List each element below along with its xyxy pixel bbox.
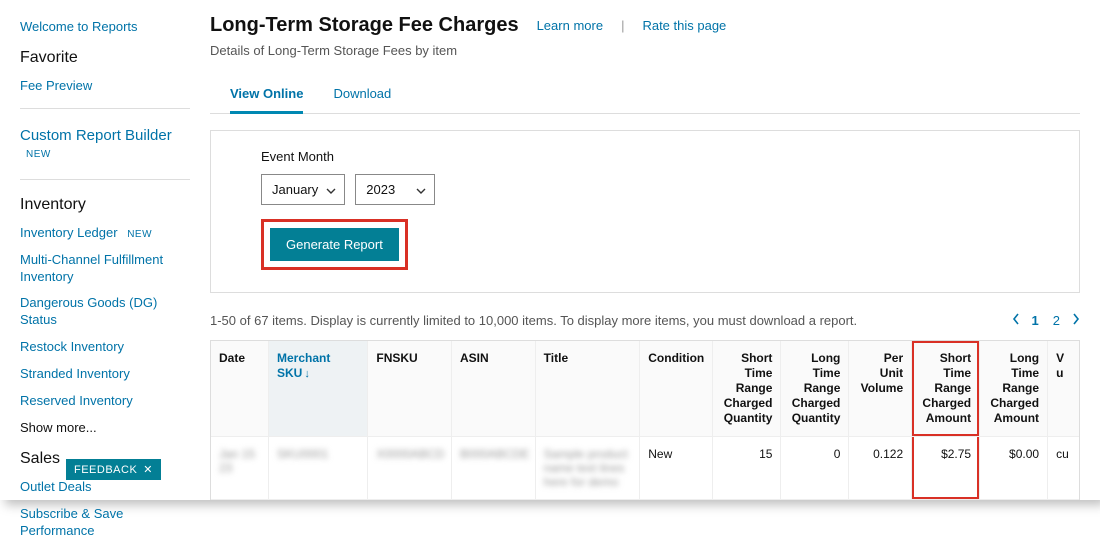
chevron-down-icon [416, 182, 426, 197]
tab-bar: View Online Download [210, 78, 1080, 114]
col-condition[interactable]: Condition [640, 341, 713, 437]
col-asin[interactable]: ASIN [452, 341, 536, 437]
separator: | [621, 18, 624, 33]
sidebar: Welcome to Reports Favorite Fee Preview … [0, 14, 200, 500]
main-content: Long-Term Storage Fee Charges Learn more… [200, 14, 1100, 500]
cell-long-qty: 0 [781, 437, 849, 500]
sidebar-heading-favorite: Favorite [20, 41, 190, 73]
divider [20, 108, 190, 109]
col-merchant-sku[interactable]: Merchant SKU↓ [269, 341, 368, 437]
sidebar-restock[interactable]: Restock Inventory [20, 334, 190, 361]
crb-label: Custom Report Builder [20, 127, 172, 144]
filter-label-event-month: Event Month [261, 149, 1029, 164]
results-table: Date Merchant SKU↓ FNSKU ASIN Title Cond… [211, 341, 1079, 500]
new-badge: NEW [26, 149, 51, 160]
page-subtitle: Details of Long-Term Storage Fees by ite… [210, 43, 1080, 58]
filter-panel: Event Month January 2023 Generate Report [210, 130, 1080, 293]
cell-condition: New [640, 437, 713, 500]
month-select[interactable]: January [261, 174, 345, 205]
pagination: 1 2 [1012, 311, 1080, 330]
close-icon[interactable]: ✕ [143, 463, 153, 476]
col-long-qty[interactable]: Long Time Range Charged Quantity [781, 341, 849, 437]
cell-date: Jan 15 23 [211, 437, 269, 500]
tab-download[interactable]: Download [333, 78, 391, 113]
feedback-tab[interactable]: FEEDBACK ✕ [66, 459, 161, 480]
year-select[interactable]: 2023 [355, 174, 435, 205]
page-2[interactable]: 2 [1051, 311, 1062, 330]
sidebar-mci[interactable]: Multi-Channel Fulfillment Inventory [20, 247, 190, 291]
sidebar-show-more[interactable]: Show more... [20, 415, 190, 442]
generate-report-button[interactable]: Generate Report [270, 228, 399, 261]
col-short-amount[interactable]: Short Time Range Charged Amount [912, 341, 980, 437]
label: Inventory Ledger [20, 225, 118, 240]
chevron-down-icon [326, 182, 336, 197]
col-title[interactable]: Title [535, 341, 640, 437]
divider [20, 179, 190, 180]
page-title: Long-Term Storage Fee Charges [210, 14, 519, 37]
page-prev-icon[interactable] [1012, 313, 1020, 328]
col-per-unit-volume[interactable]: Per Unit Volume [849, 341, 912, 437]
col-short-qty[interactable]: Short Time Range Charged Quantity [713, 341, 781, 437]
sidebar-heading-inventory: Inventory [20, 188, 190, 220]
generate-highlight: Generate Report [261, 219, 408, 270]
cell-short-qty: 15 [713, 437, 781, 500]
sidebar-custom-report-builder[interactable]: Custom Report Builder NEW [20, 117, 190, 171]
feedback-label: FEEDBACK [74, 464, 137, 476]
sidebar-fee-preview[interactable]: Fee Preview [20, 73, 190, 100]
month-value: January [272, 182, 318, 197]
cell-vu: cu [1048, 437, 1079, 500]
cell-puv: 0.122 [849, 437, 912, 500]
col-date[interactable]: Date [211, 341, 269, 437]
cell-short-amount: $2.75 [912, 437, 980, 500]
page-1[interactable]: 1 [1030, 311, 1041, 330]
col-vu[interactable]: V u [1048, 341, 1079, 437]
cell-asin: B000ABCDE [452, 437, 536, 500]
table-row: Jan 15 23 SKU0001 X0000ABCD B000ABCDE Sa… [211, 437, 1079, 500]
sidebar-subscribe-save[interactable]: Subscribe & Save Performance [20, 501, 190, 544]
year-value: 2023 [366, 182, 395, 197]
cell-msku: SKU0001 [269, 437, 368, 500]
results-table-wrap: Date Merchant SKU↓ FNSKU ASIN Title Cond… [210, 340, 1080, 500]
new-badge: NEW [127, 229, 152, 240]
rate-page-link[interactable]: Rate this page [642, 18, 726, 33]
col-long-amount[interactable]: Long Time Range Charged Amount [980, 341, 1048, 437]
page-next-icon[interactable] [1072, 313, 1080, 328]
sidebar-welcome-link[interactable]: Welcome to Reports [20, 14, 190, 41]
col-fnsku[interactable]: FNSKU [368, 341, 452, 437]
sidebar-inventory-ledger[interactable]: Inventory Ledger NEW [20, 220, 190, 247]
results-summary: 1-50 of 67 items. Display is currently l… [210, 313, 857, 328]
cell-title: Sample product name text lines here for … [535, 437, 640, 500]
cell-fnsku: X0000ABCD [368, 437, 452, 500]
sort-desc-icon: ↓ [304, 368, 310, 380]
tab-view-online[interactable]: View Online [230, 78, 303, 114]
learn-more-link[interactable]: Learn more [537, 18, 603, 33]
cell-long-amount: $0.00 [980, 437, 1048, 500]
sidebar-reserved[interactable]: Reserved Inventory [20, 388, 190, 415]
sidebar-dg-status[interactable]: Dangerous Goods (DG) Status [20, 290, 190, 334]
sidebar-stranded[interactable]: Stranded Inventory [20, 361, 190, 388]
